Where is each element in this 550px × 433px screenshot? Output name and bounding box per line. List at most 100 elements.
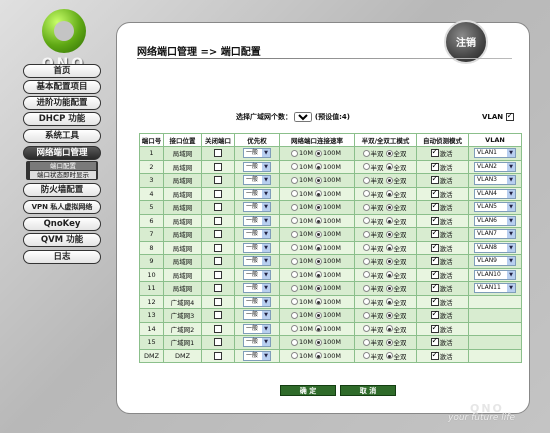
- priority-select[interactable]: 一般 ▼: [243, 269, 271, 280]
- disable-port-checkbox[interactable]: [214, 216, 222, 225]
- priority-select[interactable]: 一般 ▼: [243, 161, 271, 172]
- half-duplex-radio[interactable]: [362, 352, 370, 360]
- full-duplex-radio[interactable]: [385, 271, 393, 279]
- half-duplex-radio[interactable]: [362, 217, 370, 225]
- vlan-select[interactable]: VLAN9 ▼: [474, 256, 516, 267]
- full-duplex-radio[interactable]: [385, 338, 393, 346]
- half-duplex-radio[interactable]: [362, 230, 370, 238]
- priority-select[interactable]: 一般 ▼: [243, 202, 271, 213]
- priority-select[interactable]: 一般 ▼: [243, 215, 271, 226]
- speed-100m-radio[interactable]: [314, 244, 322, 252]
- full-duplex-radio[interactable]: [385, 149, 393, 157]
- sidebar-item-advanced[interactable]: 进阶功能配置: [23, 96, 101, 110]
- cancel-button[interactable]: 取 消: [340, 385, 396, 396]
- full-duplex-radio[interactable]: [385, 203, 393, 211]
- auto-detect-checkbox[interactable]: [430, 323, 439, 333]
- full-duplex-radio[interactable]: [385, 352, 393, 360]
- disable-port-checkbox[interactable]: [214, 189, 222, 198]
- full-duplex-radio[interactable]: [385, 163, 393, 171]
- priority-select[interactable]: 一般 ▼: [243, 296, 271, 307]
- priority-select[interactable]: 一般 ▼: [243, 350, 271, 361]
- half-duplex-radio[interactable]: [362, 176, 370, 184]
- speed-100m-radio[interactable]: [314, 338, 322, 346]
- sidebar-item-qvm[interactable]: QVM 功能: [23, 233, 101, 247]
- priority-select[interactable]: 一般 ▼: [243, 337, 271, 348]
- sidebar-item-port-management[interactable]: 网络端口管理: [23, 146, 101, 160]
- speed-10m-radio[interactable]: [291, 271, 299, 279]
- priority-select[interactable]: 一般 ▼: [243, 148, 271, 159]
- speed-10m-radio[interactable]: [291, 298, 299, 306]
- full-duplex-radio[interactable]: [385, 190, 393, 198]
- sidebar-item-qnokey[interactable]: QnoKey: [23, 217, 101, 231]
- speed-10m-radio[interactable]: [291, 338, 299, 346]
- full-duplex-radio[interactable]: [385, 217, 393, 225]
- auto-detect-checkbox[interactable]: [430, 161, 439, 171]
- priority-select[interactable]: 一般 ▼: [243, 283, 271, 294]
- half-duplex-radio[interactable]: [362, 311, 370, 319]
- priority-select[interactable]: 一般 ▼: [243, 188, 271, 199]
- auto-detect-checkbox[interactable]: [430, 188, 439, 198]
- half-duplex-radio[interactable]: [362, 244, 370, 252]
- speed-10m-radio[interactable]: [291, 190, 299, 198]
- full-duplex-radio[interactable]: [385, 311, 393, 319]
- speed-100m-radio[interactable]: [314, 176, 322, 184]
- speed-100m-radio[interactable]: [314, 271, 322, 279]
- auto-detect-checkbox[interactable]: [430, 269, 439, 279]
- auto-detect-checkbox[interactable]: [430, 350, 439, 360]
- auto-detect-checkbox[interactable]: [430, 228, 439, 239]
- speed-100m-radio[interactable]: [314, 284, 322, 292]
- half-duplex-radio[interactable]: [362, 203, 370, 211]
- speed-10m-radio[interactable]: [291, 163, 299, 171]
- vlan-select[interactable]: VLAN2 ▼: [474, 161, 516, 172]
- speed-100m-radio[interactable]: [314, 163, 322, 171]
- vlan-select[interactable]: VLAN8 ▼: [474, 242, 516, 253]
- priority-select[interactable]: 一般 ▼: [243, 323, 271, 334]
- vlan-checkbox[interactable]: [505, 111, 514, 121]
- speed-100m-radio[interactable]: [314, 352, 322, 360]
- auto-detect-checkbox[interactable]: [430, 242, 439, 252]
- auto-detect-checkbox[interactable]: [430, 147, 439, 158]
- vlan-select[interactable]: VLAN11 ▼: [474, 283, 516, 294]
- half-duplex-radio[interactable]: [362, 284, 370, 292]
- ok-button[interactable]: 确 定: [280, 385, 336, 396]
- speed-10m-radio[interactable]: [291, 244, 299, 252]
- half-duplex-radio[interactable]: [362, 338, 370, 346]
- disable-port-checkbox[interactable]: [214, 257, 222, 266]
- disable-port-checkbox[interactable]: [214, 284, 222, 293]
- priority-select[interactable]: 一般 ▼: [243, 310, 271, 321]
- speed-100m-radio[interactable]: [314, 311, 322, 319]
- speed-100m-radio[interactable]: [314, 230, 322, 238]
- full-duplex-radio[interactable]: [385, 257, 393, 265]
- disable-port-checkbox[interactable]: [214, 351, 222, 360]
- speed-100m-radio[interactable]: [314, 190, 322, 198]
- vlan-select[interactable]: VLAN5 ▼: [474, 202, 516, 213]
- sidebar-item-firewall[interactable]: 防火墙配置: [23, 183, 101, 197]
- half-duplex-radio[interactable]: [362, 257, 370, 265]
- sidebar-item-vpn[interactable]: VPN 私人虚拟网络: [23, 200, 101, 214]
- speed-100m-radio[interactable]: [314, 203, 322, 211]
- half-duplex-radio[interactable]: [362, 271, 370, 279]
- speed-100m-radio[interactable]: [314, 298, 322, 306]
- full-duplex-radio[interactable]: [385, 298, 393, 306]
- speed-10m-radio[interactable]: [291, 203, 299, 211]
- half-duplex-radio[interactable]: [362, 190, 370, 198]
- speed-100m-radio[interactable]: [314, 149, 322, 157]
- disable-port-checkbox[interactable]: [214, 230, 222, 239]
- speed-10m-radio[interactable]: [291, 176, 299, 184]
- speed-10m-radio[interactable]: [291, 149, 299, 157]
- auto-detect-checkbox[interactable]: [430, 282, 439, 293]
- sidebar-item-home[interactable]: 首页: [23, 64, 101, 78]
- speed-10m-radio[interactable]: [291, 257, 299, 265]
- disable-port-checkbox[interactable]: [214, 338, 222, 347]
- submenu-item-port-config[interactable]: 端口配置: [30, 162, 96, 170]
- auto-detect-checkbox[interactable]: [430, 201, 439, 212]
- full-duplex-radio[interactable]: [385, 244, 393, 252]
- sidebar-item-basic-config[interactable]: 基本配置项目: [23, 80, 101, 94]
- disable-port-checkbox[interactable]: [214, 149, 222, 158]
- speed-100m-radio[interactable]: [314, 325, 322, 333]
- full-duplex-radio[interactable]: [385, 284, 393, 292]
- auto-detect-checkbox[interactable]: [430, 255, 439, 266]
- full-duplex-radio[interactable]: [385, 325, 393, 333]
- speed-100m-radio[interactable]: [314, 217, 322, 225]
- submenu-item-port-status[interactable]: 端口状态即时显示: [30, 171, 96, 179]
